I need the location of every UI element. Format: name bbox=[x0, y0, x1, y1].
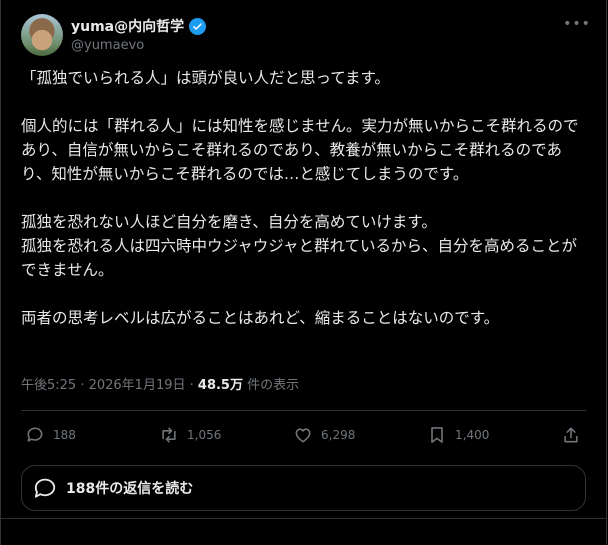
repost-button[interactable]: 1,056 bbox=[159, 420, 221, 450]
tweet-meta: 午後5:25 · 2026年1月19日 · 48.5万 件の表示 bbox=[21, 374, 299, 393]
like-icon bbox=[295, 428, 311, 443]
verified-badge-icon bbox=[189, 17, 207, 35]
meta-separator: · bbox=[185, 378, 198, 393]
action-bar: 188 1,056 6,298 1,400 bbox=[21, 420, 591, 450]
views-label: 件の表示 bbox=[247, 378, 300, 393]
repost-icon bbox=[162, 427, 176, 443]
read-replies-label: 188件の返信を読む bbox=[66, 481, 194, 497]
read-replies-button[interactable]: 188件の返信を読む bbox=[21, 465, 586, 511]
tweet-detail: yuma@内向哲学 @yumaevo ••• 「孤独でいられる人」は頭が良い人だ… bbox=[0, 0, 607, 545]
timestamp[interactable]: 午後5:25 · 2026年1月19日 bbox=[21, 378, 186, 393]
avatar[interactable] bbox=[21, 14, 63, 56]
reply-button[interactable]: 188 bbox=[25, 420, 76, 450]
display-name[interactable]: yuma@内向哲学 bbox=[71, 16, 184, 36]
more-icon[interactable]: ••• bbox=[563, 14, 590, 34]
like-count: 6,298 bbox=[321, 428, 356, 442]
replies-bubble-icon bbox=[34, 478, 56, 498]
divider bbox=[21, 410, 586, 411]
tweet-text: 「孤独でいられる人」は頭が良い人だと思ってます。 個人的には「群れる人」には知性… bbox=[21, 69, 579, 327]
share-icon bbox=[564, 427, 578, 443]
bookmark-button[interactable]: 1,400 bbox=[427, 420, 489, 450]
reply-icon bbox=[27, 427, 43, 442]
bottom-divider bbox=[1, 518, 606, 519]
views-count: 48.5万 bbox=[197, 378, 243, 393]
bookmark-icon bbox=[431, 427, 443, 443]
share-button[interactable] bbox=[561, 420, 581, 450]
reply-count: 188 bbox=[53, 428, 76, 442]
handle[interactable]: @yumaevo bbox=[71, 38, 144, 53]
like-button[interactable]: 6,298 bbox=[293, 420, 355, 450]
bookmark-count: 1,400 bbox=[455, 428, 490, 442]
repost-count: 1,056 bbox=[187, 428, 222, 442]
author-name-row: yuma@内向哲学 bbox=[71, 16, 207, 36]
